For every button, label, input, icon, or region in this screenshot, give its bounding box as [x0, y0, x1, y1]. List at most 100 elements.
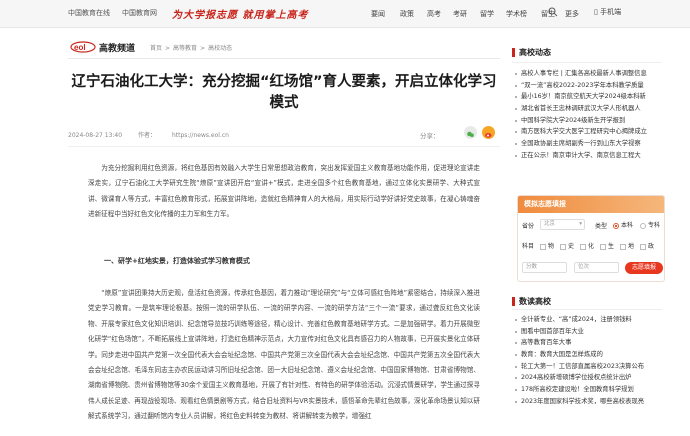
subject-name: 生: [608, 243, 615, 250]
list-item[interactable]: 178所高校定建设啦！全国教育科学规划: [512, 384, 662, 396]
radio[interactable]: [640, 222, 646, 229]
list-item[interactable]: 教育：教育大国是怎样炼成的: [512, 349, 662, 361]
list-item[interactable]: 2024高校新增硕博学位授权点统计出炉: [512, 372, 662, 384]
nav-item-news[interactable]: 要闻: [371, 9, 385, 19]
nav-item-xueshubang[interactable]: 学术榜: [506, 9, 527, 19]
sidebar-divider: [512, 309, 662, 310]
list-item[interactable]: 轮工大第一！工信部直属高校2023决算公布: [512, 361, 662, 373]
breadcrumb-sep: >: [165, 45, 171, 52]
breadcrumb-higher-edu[interactable]: 高等教育: [173, 45, 197, 52]
list-item[interactable]: 图看中国首部百年大业: [512, 326, 662, 338]
sidebar-divider: [512, 62, 662, 63]
subject-name: 化: [588, 243, 595, 250]
subject-name: 物: [548, 243, 555, 250]
checkbox[interactable]: [640, 243, 646, 250]
section-marker: [512, 297, 515, 306]
college-news-header: 高校动态: [512, 47, 662, 58]
wechat-share-icon[interactable]: [464, 126, 477, 139]
article-source: 作者：: [138, 132, 157, 139]
volunteer-title: 模拟志愿填报: [518, 196, 664, 213]
province-label: 省份: [522, 223, 535, 230]
breadcrumb-home[interactable]: 首页: [150, 45, 162, 52]
list-item[interactable]: 2023年度国家科学技术奖，哪些高校表现亮: [512, 396, 662, 408]
list-item[interactable]: 南方医科大学交大医学工程研究中心揭牌成立: [512, 126, 662, 138]
eol-logo-icon: eol: [70, 41, 96, 53]
checkbox[interactable]: [620, 243, 626, 250]
province-value: 北京: [544, 221, 556, 227]
data-college-title: 数读高校: [519, 297, 551, 306]
list-item[interactable]: 最小16岁！南京航空航天大学2024级本科新: [512, 91, 662, 103]
nav-item-liuxue[interactable]: 留学: [480, 9, 494, 19]
share-label: 分享：: [420, 132, 440, 140]
article-title: 辽宁石油化工大学：充分挖掘“红场馆”育人要素，开启立体化学习模式: [71, 74, 497, 111]
section-heading: 一、研学+红地实景，打造体验式学习教育模式: [104, 257, 250, 265]
breadcrumb-college-news[interactable]: 高校动态: [208, 45, 232, 52]
chevron-down-icon: ▾: [579, 221, 582, 227]
nav-item-policy[interactable]: 政策: [400, 9, 414, 19]
channel-logo[interactable]: eol 高教频道: [70, 40, 135, 54]
nav-item-kaoyan[interactable]: 考研: [453, 9, 467, 19]
phone-icon: ▯: [594, 8, 598, 16]
list-item[interactable]: 中国科学院大学2024级新生开学报到: [512, 115, 662, 127]
top-link-edu[interactable]: 中国教育网: [122, 9, 157, 17]
subject-biology[interactable]: 生: [600, 241, 614, 250]
checkbox[interactable]: [580, 243, 586, 250]
subject-geography[interactable]: 地: [620, 241, 634, 250]
type-option-label: 本科: [621, 222, 634, 229]
article-date: 2024-08-27 13:40: [68, 132, 123, 139]
mobile-label: 手机端: [600, 8, 622, 16]
volunteer-submit-button[interactable]: 志愿填报: [625, 262, 663, 274]
checkbox[interactable]: [560, 243, 566, 250]
rank-input[interactable]: 位次: [574, 262, 619, 273]
header-divider: [68, 58, 500, 59]
list-item[interactable]: 高等教育百年大事: [512, 337, 662, 349]
slogan-banner[interactable]: 为大学报志愿 就用掌上高考: [172, 6, 308, 21]
subject-name: 政: [648, 243, 655, 250]
score-input[interactable]: 分数: [522, 262, 567, 273]
subject-politics[interactable]: 政: [640, 241, 654, 250]
svg-text:eol: eol: [74, 43, 86, 52]
type-option-label: 专科: [648, 222, 661, 229]
subject-chemistry[interactable]: 化: [580, 241, 594, 250]
meta-divider: [68, 146, 500, 147]
checkbox[interactable]: [540, 243, 546, 250]
section-marker: [512, 48, 515, 57]
list-item[interactable]: 湖北省首长王忠林调研武汉大学人形机器人: [512, 103, 662, 115]
article-paragraph-1: 为充分挖掘利用红色资源，将红色基因有效融入大学生日常思想政治教育，突出发挥爱国主…: [88, 164, 480, 219]
province-select[interactable]: 北京 ▾: [540, 219, 585, 230]
college-news-list: 高校人事专栏 | 汇集各高校最新人事调整信息 “双一流”高校2022-2023学…: [512, 68, 662, 162]
volunteer-form: 模拟志愿填报 省份 北京 ▾ 类型 本科 专科 科目 物 史 化 生 地 政 分数…: [517, 195, 665, 282]
nav-item-more[interactable]: 更多: [565, 9, 579, 19]
subject-name: 史: [568, 243, 575, 250]
weibo-share-icon[interactable]: [482, 126, 495, 139]
type-option-undergrad[interactable]: 本科: [613, 220, 633, 229]
list-item[interactable]: “双一流”高校2022-2023学年本科教学质量: [512, 80, 662, 92]
subject-name: 地: [628, 243, 635, 250]
data-college-list: 全计新专业、“高”成2024，注册领钱料 图看中国首部百年大业 高等教育百年大事…: [512, 314, 662, 408]
college-news-title: 高校动态: [519, 48, 551, 57]
breadcrumb: 首页 > 高等教育 > 高校动态: [150, 43, 235, 52]
subject-label: 科目: [522, 243, 535, 250]
breadcrumb-sep: >: [200, 45, 206, 52]
radio-selected[interactable]: [613, 222, 619, 229]
article-meta: 2024-08-27 13:40 作者： https://news.eol.cn: [68, 130, 243, 139]
channel-name: 高教频道: [99, 43, 136, 54]
list-item[interactable]: 正在公示！南京审计大学、南京信息工程大: [512, 150, 662, 162]
top-links: 中国教育在线 中国教育网: [68, 8, 169, 18]
article-paragraph-2: “燎原”宣讲团秉持大历史观，盘活红色资源，传承红色基因，着力推动“理论研究”与“…: [88, 289, 480, 421]
subject-history[interactable]: 史: [560, 241, 574, 250]
data-college-header: 数读高校: [512, 296, 662, 307]
type-option-college[interactable]: 专科: [640, 220, 660, 229]
type-label: 类型: [595, 223, 608, 230]
list-item[interactable]: 高校人事专栏 | 汇集各高校最新人事调整信息: [512, 68, 662, 80]
mobile-link[interactable]: ▯ 手机端: [594, 7, 621, 17]
list-item[interactable]: 全计新专业、“高”成2024，注册领钱料: [512, 314, 662, 326]
article-url[interactable]: https://news.eol.cn: [172, 132, 229, 139]
top-link-eol[interactable]: 中国教育在线: [68, 9, 110, 17]
top-bar: 中国教育在线 中国教育网 为大学报志愿 就用掌上高考 要闻 政策 高考 考研 留学…: [0, 0, 690, 28]
search-icon[interactable]: [548, 7, 558, 17]
nav-item-gaokao[interactable]: 高考: [427, 9, 441, 19]
subject-physics[interactable]: 物: [540, 241, 554, 250]
list-item[interactable]: 全国政协副主席胡副秀一行到山东大学视察: [512, 138, 662, 150]
checkbox[interactable]: [600, 243, 606, 250]
